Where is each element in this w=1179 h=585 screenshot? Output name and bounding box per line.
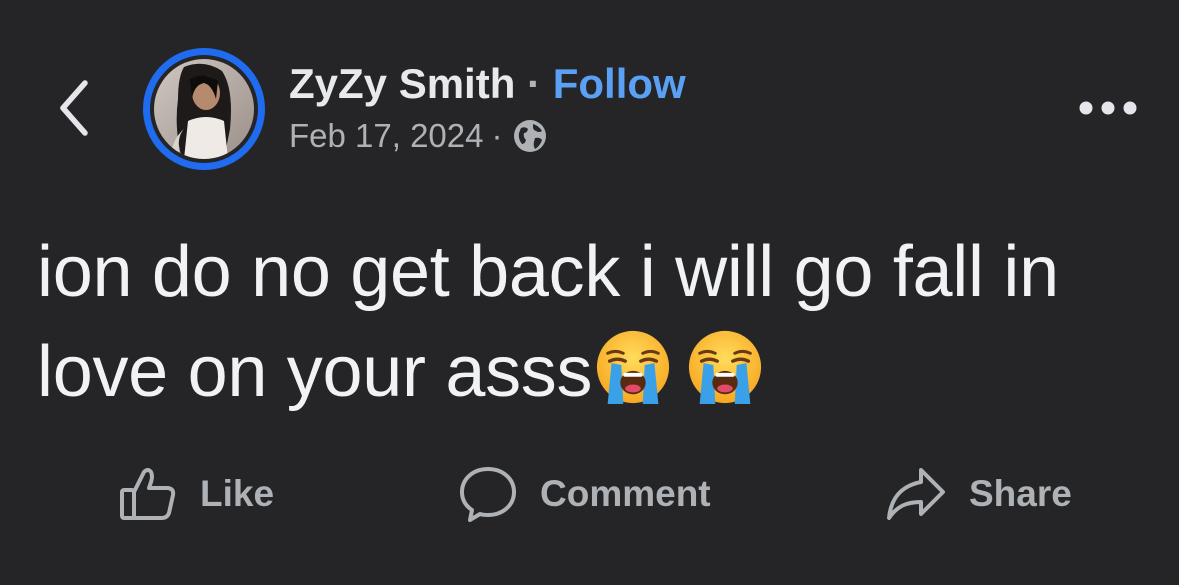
comment-bubble-icon bbox=[458, 464, 518, 524]
like-label: Like bbox=[200, 473, 275, 514]
more-options-button[interactable] bbox=[1072, 82, 1144, 134]
author-name[interactable]: ZyZy Smith bbox=[289, 60, 515, 107]
post-date[interactable]: Feb 17, 2024 bbox=[289, 114, 484, 158]
back-button[interactable] bbox=[44, 70, 104, 146]
author-line: ZyZy Smith · Follow bbox=[289, 56, 686, 112]
meta-separator: · bbox=[491, 117, 503, 154]
post-body: ion do no get back i will go fall in lov… bbox=[37, 222, 1157, 432]
avatar-photo bbox=[154, 59, 254, 159]
chevron-left-icon bbox=[60, 80, 88, 136]
loudly-crying-face-icon bbox=[686, 328, 764, 432]
more-horizontal-icon bbox=[1079, 101, 1137, 115]
globe-icon bbox=[513, 119, 547, 153]
post-text: ion do no get back i will go fall in lov… bbox=[37, 232, 1059, 412]
share-button[interactable]: Share bbox=[885, 462, 1072, 526]
comment-label: Comment bbox=[540, 473, 711, 514]
thumbs-up-icon bbox=[118, 464, 178, 524]
post-meta: Feb 17, 2024 · bbox=[289, 114, 547, 158]
name-separator: · bbox=[527, 60, 542, 107]
share-label: Share bbox=[969, 473, 1072, 514]
post-action-bar: Like Comment Share bbox=[0, 462, 1179, 526]
share-arrow-icon bbox=[885, 464, 947, 524]
loudly-crying-face-icon bbox=[594, 328, 672, 432]
follow-button[interactable]: Follow bbox=[553, 60, 686, 107]
comment-button[interactable]: Comment bbox=[458, 462, 711, 526]
avatar[interactable] bbox=[143, 48, 265, 170]
like-button[interactable]: Like bbox=[118, 462, 274, 526]
